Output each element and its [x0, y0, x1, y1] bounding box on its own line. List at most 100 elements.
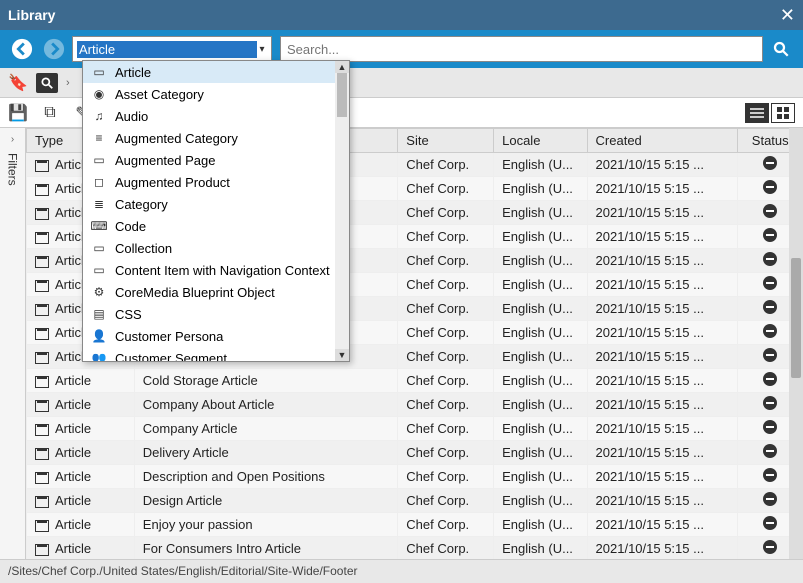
dropdown-item[interactable]: ▭Content Item with Navigation Context — [83, 259, 349, 281]
table-row[interactable]: ArticleDesign ArticleChef Corp.English (… — [27, 489, 803, 513]
search-button[interactable] — [767, 35, 795, 63]
type-input[interactable] — [77, 41, 257, 58]
article-icon — [35, 208, 49, 220]
status-icon — [763, 228, 777, 242]
type-combobox[interactable]: ▾ — [72, 36, 272, 62]
tag-icon: ◉ — [91, 86, 107, 102]
status-icon — [763, 540, 777, 554]
dropdown-item[interactable]: ◉Asset Category — [83, 83, 349, 105]
cell-created: 2021/10/15 5:15 ... — [587, 345, 738, 369]
article-icon — [35, 376, 49, 388]
search-box[interactable] — [280, 36, 763, 62]
cell-site: Chef Corp. — [398, 321, 494, 345]
cell-type: Article — [55, 373, 91, 388]
list-icon: ≣ — [91, 196, 107, 212]
cell-locale: English (U... — [494, 537, 587, 560]
dropdown-item[interactable]: ⌨ Code — [83, 215, 349, 237]
table-row[interactable]: ArticleCompany About ArticleChef Corp.En… — [27, 393, 803, 417]
dropdown-item-label: Augmented Product — [115, 175, 230, 190]
dropdown-item[interactable]: ▭Article — [83, 61, 349, 83]
cell-site: Chef Corp. — [398, 153, 494, 177]
article-icon — [35, 520, 49, 532]
scroll-up-icon[interactable]: ▲ — [335, 61, 349, 73]
dropdown-item-label: Content Item with Navigation Context — [115, 263, 330, 278]
cell-type: Article — [55, 421, 91, 436]
cell-site: Chef Corp. — [398, 273, 494, 297]
table-row[interactable]: ArticleFor Consumers Intro ArticleChef C… — [27, 537, 803, 560]
dropdown-scrollbar[interactable]: ▲ ▼ — [335, 61, 349, 361]
cell-site: Chef Corp. — [398, 225, 494, 249]
bookmark-icon[interactable]: 🔖 — [8, 73, 28, 93]
filters-panel-tab[interactable]: › Filters — [0, 128, 26, 559]
table-row[interactable]: ArticleEnjoy your passionChef Corp.Engli… — [27, 513, 803, 537]
copy-icon[interactable]: ⧉ — [40, 103, 60, 123]
table-row[interactable]: ArticleCold Storage ArticleChef Corp.Eng… — [27, 369, 803, 393]
status-icon — [763, 324, 777, 338]
article-icon — [35, 544, 49, 556]
save-icon[interactable]: 💾 — [8, 103, 28, 123]
cell-name: Delivery Article — [134, 441, 398, 465]
vertical-scrollbar[interactable] — [789, 128, 803, 559]
cell-created: 2021/10/15 5:15 ... — [587, 441, 738, 465]
chevron-down-icon[interactable]: ▾ — [257, 44, 267, 55]
code-icon: ⌨ — [91, 218, 107, 234]
scroll-down-icon[interactable]: ▼ — [335, 349, 349, 361]
dropdown-item-label: Category — [115, 197, 168, 212]
scrollbar-thumb[interactable] — [791, 258, 801, 378]
grid-view-button[interactable] — [771, 103, 795, 123]
cell-site: Chef Corp. — [398, 177, 494, 201]
dropdown-item-label: Augmented Category — [115, 131, 238, 146]
dropdown-item-label: CoreMedia Blueprint Object — [115, 285, 275, 300]
cell-type: Article — [55, 445, 91, 460]
search-input[interactable] — [287, 42, 756, 57]
status-icon — [763, 180, 777, 194]
cell-site: Chef Corp. — [398, 345, 494, 369]
cell-name: Company Article — [134, 417, 398, 441]
table-row[interactable]: ArticleDelivery ArticleChef Corp.English… — [27, 441, 803, 465]
col-header-locale[interactable]: Locale — [494, 129, 587, 153]
dropdown-item[interactable]: ◻Augmented Product — [83, 171, 349, 193]
dropdown-item[interactable]: 👤Customer Persona — [83, 325, 349, 347]
cell-name: For Consumers Intro Article — [134, 537, 398, 560]
window-title: Library — [8, 7, 55, 23]
back-button[interactable] — [8, 35, 36, 63]
table-row[interactable]: ArticleDescription and Open PositionsChe… — [27, 465, 803, 489]
cell-site: Chef Corp. — [398, 537, 494, 560]
status-icon — [763, 300, 777, 314]
dropdown-item[interactable]: ▤CSS — [83, 303, 349, 325]
close-icon[interactable]: ✕ — [780, 5, 795, 26]
col-header-created[interactable]: Created — [587, 129, 738, 153]
status-icon — [763, 372, 777, 386]
status-icon — [763, 396, 777, 410]
dropdown-item[interactable]: ⚙CoreMedia Blueprint Object — [83, 281, 349, 303]
dropdown-item-label: CSS — [115, 307, 142, 322]
cell-type: Article — [55, 493, 91, 508]
dropdown-item[interactable]: ▭Collection — [83, 237, 349, 259]
dropdown-item[interactable]: ≡Augmented Category — [83, 127, 349, 149]
cell-site: Chef Corp. — [398, 393, 494, 417]
cell-locale: English (U... — [494, 153, 587, 177]
dropdown-item[interactable]: ♫Audio — [83, 105, 349, 127]
article-icon — [35, 472, 49, 484]
cell-name: Company About Article — [134, 393, 398, 417]
dropdown-item[interactable]: 👥Customer Segment — [83, 347, 349, 361]
dropdown-item[interactable]: ≣ Category — [83, 193, 349, 215]
status-icon — [763, 516, 777, 530]
article-icon — [35, 352, 49, 364]
dropdown-item[interactable]: ▭Augmented Page — [83, 149, 349, 171]
list-view-button[interactable] — [745, 103, 769, 123]
forward-button[interactable] — [40, 35, 68, 63]
status-icon — [763, 348, 777, 362]
people-icon: 👥 — [91, 350, 107, 361]
col-header-site[interactable]: Site — [398, 129, 494, 153]
table-row[interactable]: ArticleCompany ArticleChef Corp.English … — [27, 417, 803, 441]
cell-created: 2021/10/15 5:15 ... — [587, 201, 738, 225]
cell-locale: English (U... — [494, 489, 587, 513]
status-bar: /Sites/Chef Corp./United States/English/… — [0, 559, 803, 583]
dropdown-scroll-thumb[interactable] — [337, 73, 347, 117]
cell-locale: English (U... — [494, 393, 587, 417]
dropdown-item-label: Code — [115, 219, 146, 234]
cell-created: 2021/10/15 5:15 ... — [587, 321, 738, 345]
article-icon — [35, 160, 49, 172]
search-icon[interactable] — [36, 73, 58, 93]
